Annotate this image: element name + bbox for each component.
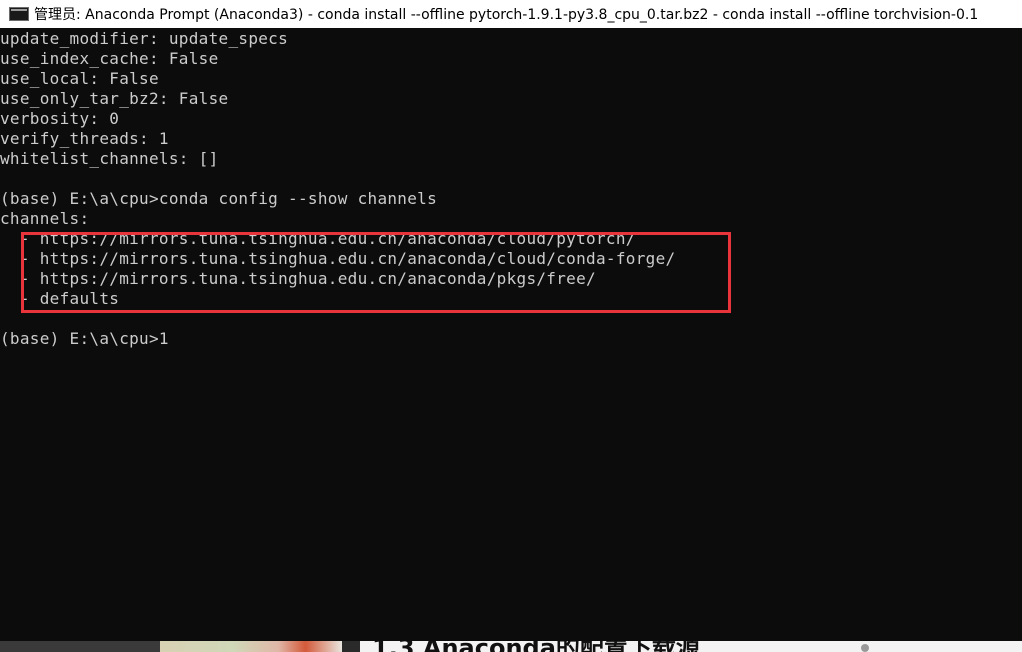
- background-separator: [342, 641, 360, 652]
- console-line: use_index_cache: False: [0, 49, 219, 68]
- console-prompt-command: (base) E:\a\cpu>conda config --show chan…: [0, 189, 438, 208]
- anaconda-prompt-window: 管理员: Anaconda Prompt (Anaconda3) - conda…: [0, 0, 1022, 652]
- window-title: 管理员: Anaconda Prompt (Anaconda3) - conda…: [34, 7, 979, 23]
- title-bar[interactable]: 管理员: Anaconda Prompt (Anaconda3) - conda…: [0, 0, 1022, 28]
- channels-highlight-box: [21, 232, 731, 313]
- background-page-strip: 1.3 Anaconda的配置下载源: [0, 641, 1022, 652]
- console-line: use_only_tar_bz2: False: [0, 89, 229, 108]
- dot-icon: [861, 644, 869, 652]
- console-line: whitelist_channels: []: [0, 149, 219, 168]
- console-window-icon[interactable]: [9, 7, 29, 21]
- background-page-heading: 1.3 Anaconda的配置下载源: [372, 641, 700, 652]
- background-dark-region: [0, 641, 160, 652]
- console-line: channels:: [0, 209, 90, 228]
- console-line: update_modifier: update_specs: [0, 29, 289, 48]
- console-line: verbosity: 0: [0, 109, 120, 128]
- console-prompt-input[interactable]: (base) E:\a\cpu>1: [0, 329, 169, 349]
- console-output[interactable]: update_modifier: update_specs use_index_…: [0, 29, 1022, 641]
- background-thumbnail-image: [160, 641, 342, 652]
- console-line: use_local: False: [0, 69, 159, 88]
- console-line: verify_threads: 1: [0, 129, 169, 148]
